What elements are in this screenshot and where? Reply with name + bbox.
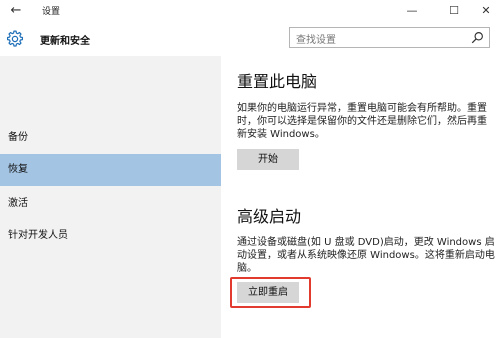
search-input[interactable] [290,31,466,50]
sidebar-item-for-developers[interactable]: 针对开发人员 [0,220,221,252]
search-box[interactable] [289,27,490,50]
minimize-button[interactable]: — [398,1,426,21]
search-icon[interactable] [471,31,484,44]
reset-pc-description: 如果你的电脑运行异常，重置电脑可能会有所帮助。重置时，你可以选择是保留你的文件还… [237,103,487,140]
advanced-startup-description: 通过设备或磁盘(如 U 盘或 DVD)启动，更改 Windows 启动设置，或者… [237,237,495,274]
window-title: 设置 [42,7,61,17]
get-started-button[interactable]: 开始 [237,149,299,170]
settings-header: 更新和安全 [0,22,499,56]
restart-now-button[interactable]: 立即重启 [237,282,299,303]
sidebar: 备份 恢复 激活 针对开发人员 [0,56,221,338]
close-button[interactable]: ✕ [472,1,499,21]
reset-pc-heading: 重置此电脑 [237,72,318,91]
sidebar-item-activation[interactable]: 激活 [0,188,221,220]
title-bar: ← 设置 — ☐ ✕ [0,0,499,22]
sidebar-item-recovery[interactable]: 恢复 [0,154,221,186]
sidebar-item-backup[interactable]: 备份 [0,122,221,154]
back-arrow-icon[interactable]: ← [6,3,26,19]
gear-icon [6,30,24,47]
maximize-button[interactable]: ☐ [440,1,468,21]
page-title: 更新和安全 [40,36,90,47]
advanced-startup-heading: 高级启动 [237,207,302,226]
main-content: 重置此电脑 如果你的电脑运行异常，重置电脑可能会有所帮助。重置时，你可以选择是保… [221,56,499,338]
